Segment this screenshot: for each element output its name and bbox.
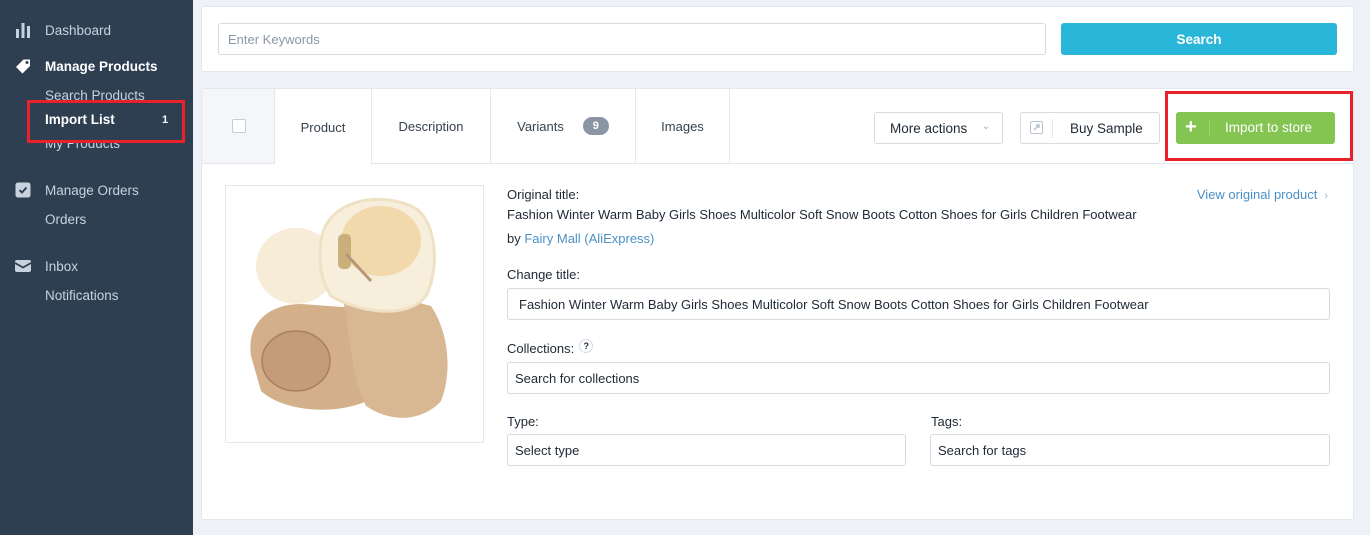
original-title-text: Fashion Winter Warm Baby Girls Shoes Mul… bbox=[507, 207, 1137, 222]
product-image[interactable] bbox=[225, 185, 484, 443]
help-icon[interactable]: ? bbox=[579, 339, 594, 353]
tag-icon bbox=[15, 58, 31, 74]
product-card: Product Description Variants 9 Images Mo… bbox=[201, 88, 1354, 520]
collections-search-input[interactable]: Search for collections bbox=[507, 362, 1330, 394]
more-actions-dropdown[interactable]: More actions ⌄ bbox=[874, 112, 1003, 144]
tab-label: Description bbox=[398, 118, 464, 134]
seller-line: by Fairy Mall (AliExpress) bbox=[507, 231, 654, 246]
chevron-right-icon: › bbox=[1324, 190, 1328, 202]
tab-label: Images bbox=[661, 118, 704, 134]
sidebar-item-dashboard[interactable]: Dashboard bbox=[0, 20, 193, 40]
chevron-down-icon: ⌄ bbox=[981, 121, 990, 132]
buy-sample-button[interactable]: Buy Sample bbox=[1020, 112, 1160, 144]
sidebar: Dashboard Manage Products Search Product… bbox=[0, 0, 193, 535]
checkbox-icon bbox=[15, 182, 31, 198]
tags-label: Tags: bbox=[931, 414, 963, 429]
sidebar-item-manage-products[interactable]: Manage Products bbox=[0, 56, 193, 76]
more-actions-label: More actions bbox=[890, 120, 968, 136]
keyword-search-input[interactable]: Enter Keywords bbox=[218, 23, 1046, 55]
tab-description[interactable]: Description bbox=[372, 89, 491, 163]
sidebar-item-orders[interactable]: Orders bbox=[45, 212, 86, 227]
type-label: Type: bbox=[507, 414, 539, 429]
collections-label-text: Collections: bbox=[507, 341, 575, 356]
divider bbox=[1052, 119, 1053, 138]
sidebar-item-label: Inbox bbox=[45, 258, 79, 274]
variants-count-badge: 9 bbox=[582, 117, 609, 135]
search-panel: Enter Keywords Search bbox=[201, 6, 1354, 72]
select-checkbox[interactable] bbox=[232, 119, 246, 133]
sidebar-item-label: Manage Orders bbox=[45, 182, 139, 198]
change-title-label: Change title: bbox=[507, 267, 580, 282]
highlight-box-import-to-store bbox=[1165, 91, 1353, 161]
change-title-input[interactable]: Fashion Winter Warm Baby Girls Shoes Mul… bbox=[507, 288, 1330, 320]
type-select[interactable]: Select type bbox=[507, 434, 906, 466]
sidebar-item-label: Manage Products bbox=[45, 58, 158, 74]
select-all-cell bbox=[202, 89, 275, 163]
sidebar-item-label: Dashboard bbox=[45, 22, 112, 38]
original-title-label: Original title: bbox=[507, 187, 580, 202]
view-original-product-link[interactable]: View original product › bbox=[1197, 187, 1328, 202]
sidebar-item-manage-orders[interactable]: Manage Orders bbox=[0, 180, 193, 200]
collections-label: Collections:? bbox=[507, 339, 594, 357]
tab-label: Product bbox=[300, 119, 346, 135]
view-original-label: View original product bbox=[1196, 187, 1318, 202]
highlight-box-import-list bbox=[27, 100, 185, 143]
tags-search-input[interactable]: Search for tags bbox=[930, 434, 1330, 466]
seller-link[interactable]: Fairy Mall (AliExpress) bbox=[524, 231, 654, 246]
search-button[interactable]: Search bbox=[1061, 23, 1337, 55]
tab-label: Variants bbox=[517, 118, 564, 134]
by-label: by bbox=[507, 231, 521, 246]
tab-product[interactable]: Product bbox=[275, 89, 372, 165]
tab-images[interactable]: Images bbox=[636, 89, 730, 163]
envelope-icon bbox=[15, 258, 31, 274]
buy-sample-label: Buy Sample bbox=[1070, 121, 1143, 136]
sidebar-item-inbox[interactable]: Inbox bbox=[0, 256, 193, 276]
tab-variants[interactable]: Variants 9 bbox=[491, 89, 636, 163]
boots-illustration bbox=[250, 198, 448, 418]
bar-chart-icon bbox=[15, 22, 31, 38]
external-link-icon bbox=[1030, 121, 1043, 134]
sidebar-item-notifications[interactable]: Notifications bbox=[45, 288, 119, 303]
